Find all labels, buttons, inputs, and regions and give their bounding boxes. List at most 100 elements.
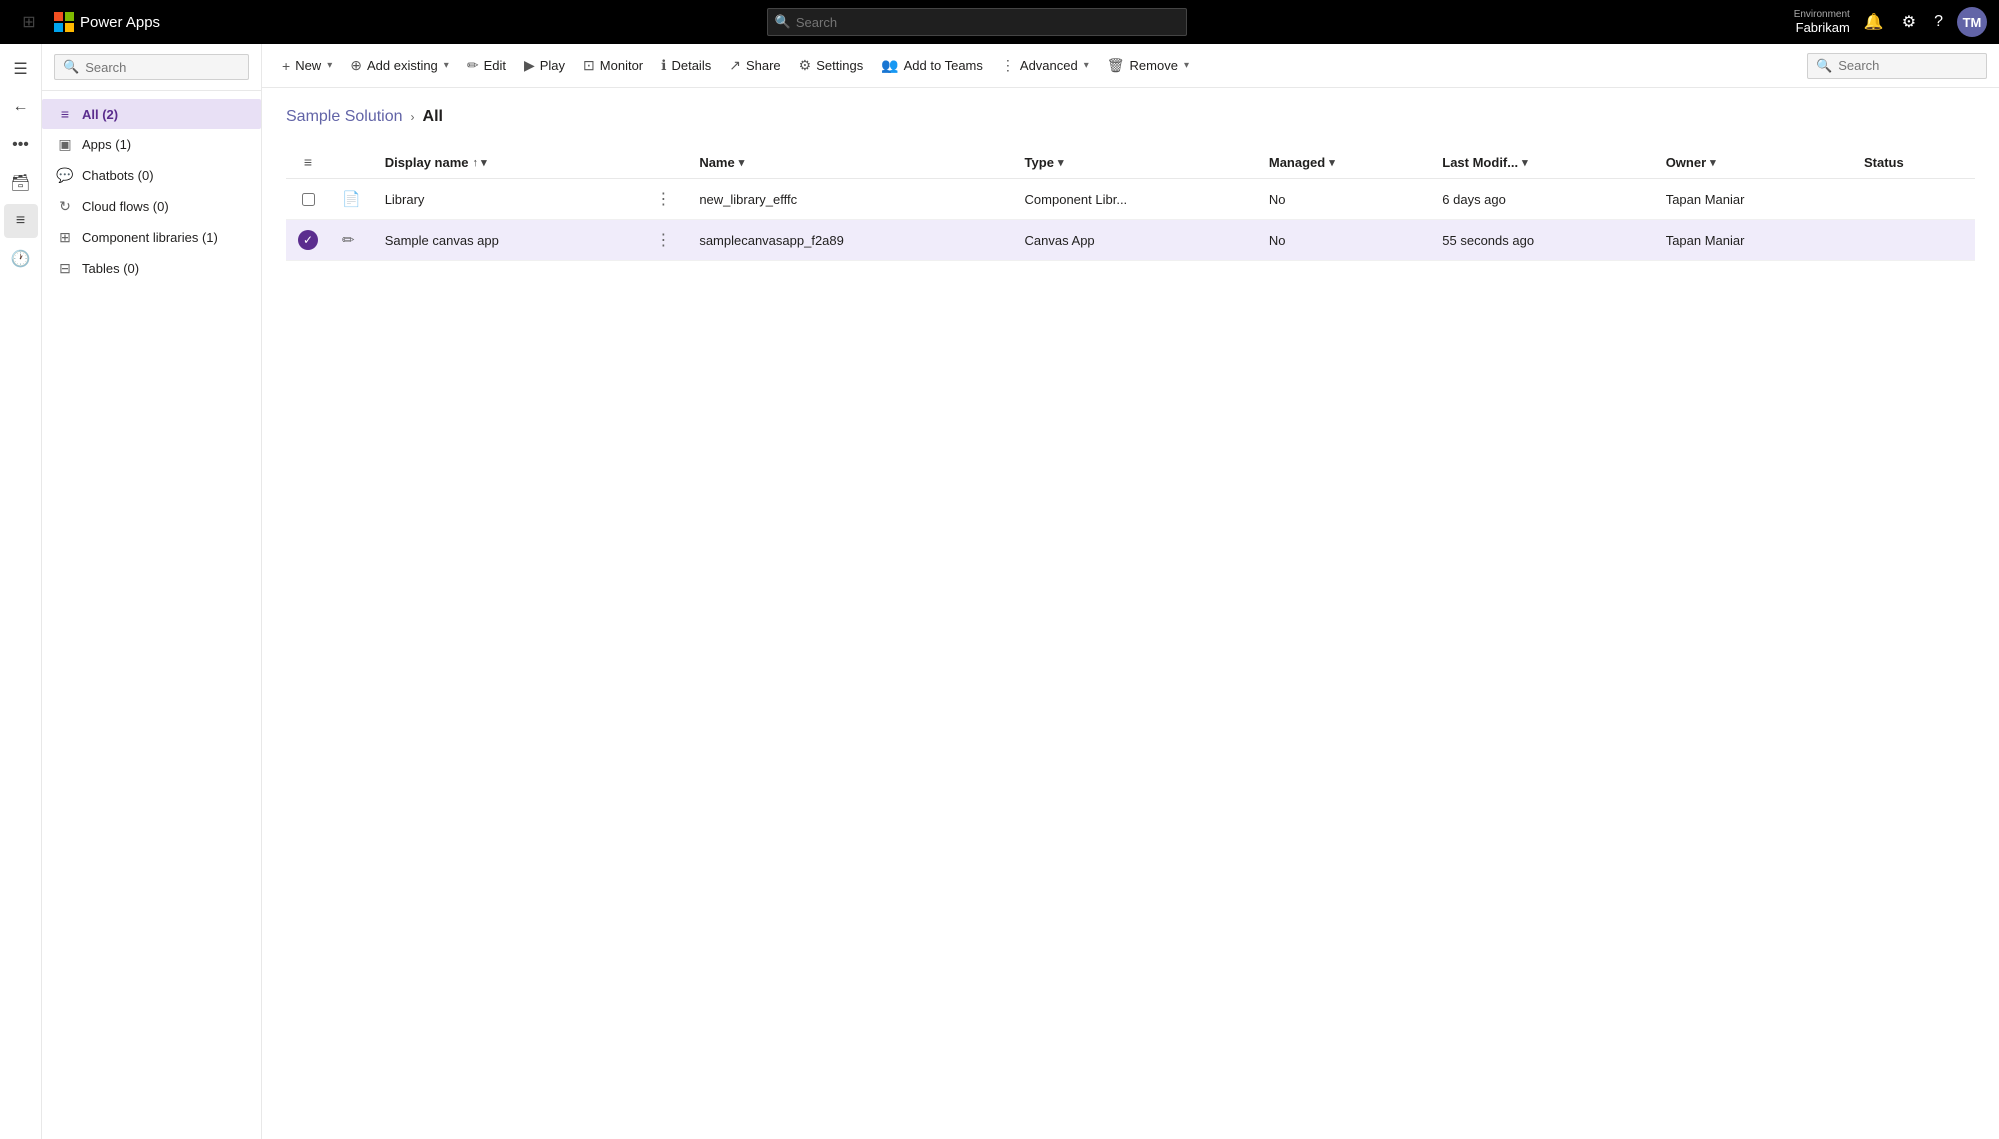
sidebar-search-input[interactable] (85, 60, 240, 75)
last-modified-column-header[interactable]: Last Modif... ▾ (1430, 146, 1653, 179)
display-name-cell: Library (373, 179, 640, 220)
sidebar-collapse-button[interactable]: ☰ (4, 52, 38, 86)
display-name-cell: Sample canvas app (373, 220, 640, 261)
breadcrumb-current: All (423, 108, 443, 126)
settings-icon: ⚙ (799, 57, 812, 74)
row-actions-button[interactable]: ⋮ (651, 228, 675, 252)
sidebar-item-all-label: All (2) (82, 107, 118, 122)
table-body: 📄Library⋮new_library_efffcComponent Libr… (286, 179, 1975, 261)
managed-cell: No (1257, 179, 1430, 220)
last-modified-sort-icon: ▾ (1522, 156, 1528, 169)
home-button[interactable]: ← (4, 90, 38, 124)
managed-cell: No (1257, 220, 1430, 261)
new-button[interactable]: + New ▾ (274, 53, 340, 79)
status-cell (1852, 179, 1975, 220)
microsoft-logo: Power Apps (54, 12, 160, 32)
cloud-flows-icon: ↻ (56, 198, 74, 215)
play-icon: ▶ (524, 57, 535, 74)
type-cell: Canvas App (1013, 220, 1257, 261)
managed-sort-icon: ▾ (1329, 156, 1335, 169)
last-modified-cell: 6 days ago (1430, 179, 1653, 220)
main-content: Sample Solution › All ≡ (262, 88, 1999, 1139)
owner-column-header[interactable]: Owner ▾ (1654, 146, 1852, 179)
settings-nav-button[interactable]: ⚙ (1898, 8, 1920, 36)
chatbots-icon: 💬 (56, 167, 74, 184)
breadcrumb: Sample Solution › All (286, 108, 1975, 126)
sidebar-item-component-libraries-label: Component libraries (1) (82, 230, 218, 245)
monitor-button[interactable]: ⊡ Monitor (575, 52, 651, 79)
add-to-teams-button[interactable]: 👥 Add to Teams (873, 52, 991, 79)
settings-button[interactable]: ⚙ Settings (791, 52, 872, 79)
play-button[interactable]: ▶ Play (516, 52, 573, 79)
sidebar-item-tables-label: Tables (0) (82, 261, 139, 276)
add-existing-button[interactable]: ⊕ Add existing ▾ (342, 52, 457, 79)
table-row[interactable]: 📄Library⋮new_library_efffcComponent Libr… (286, 179, 1975, 220)
row-actions-button[interactable]: ⋮ (651, 187, 675, 211)
main-body: ☰ ← ••• 🗃 ≡ 🕐 🔍 ≡ All (2) ▣ Apps (1) 💬 (0, 44, 1999, 1139)
advanced-chevron-icon: ▾ (1084, 60, 1089, 71)
share-button[interactable]: ↗ Share (721, 52, 788, 79)
top-search-wrap: 🔍 (767, 8, 1187, 36)
sidebar-item-all[interactable]: ≡ All (2) (42, 99, 261, 129)
top-search-area: 🔍 (170, 8, 1784, 36)
advanced-button[interactable]: ⋮ Advanced ▾ (993, 52, 1097, 79)
notifications-button[interactable]: 🔔 (1860, 8, 1888, 36)
sidebar-search-wrap: 🔍 (54, 54, 249, 80)
technical-name-cell: new_library_efffc (687, 179, 1012, 220)
display-name-column-header[interactable]: Display name ↑ ▾ (373, 146, 640, 179)
breadcrumb-separator: › (411, 110, 415, 124)
sidebar-item-tables[interactable]: ⊟ Tables (0) (42, 253, 261, 284)
app-name: Power Apps (80, 14, 160, 31)
group-select-icon: ≡ (298, 154, 318, 170)
remove-chevron-icon: ▾ (1184, 60, 1189, 71)
waffle-menu-button[interactable]: ⊞ (12, 5, 46, 39)
add-existing-icon: ⊕ (350, 57, 362, 74)
status-column-header: Status (1852, 146, 1975, 179)
select-all-column[interactable]: ≡ (286, 146, 330, 179)
recent-button[interactable]: 🕐 (4, 242, 38, 276)
sidebar-item-chatbots[interactable]: 💬 Chatbots (0) (42, 160, 261, 191)
row-checkbox[interactable] (302, 193, 315, 206)
icon-column-header (330, 146, 373, 179)
sidebar-item-cloud-flows[interactable]: ↻ Cloud flows (0) (42, 191, 261, 222)
environment-name: Fabrikam (1796, 20, 1850, 35)
table-row[interactable]: ✓✏Sample canvas app⋮samplecanvasapp_f2a8… (286, 220, 1975, 261)
toolbar-search-input[interactable] (1838, 58, 1978, 73)
toolbar: + New ▾ ⊕ Add existing ▾ ✏ Edit ▶ Play ⊡… (262, 44, 1999, 88)
row-selector-cell[interactable] (286, 179, 330, 220)
sidebar-item-chatbots-label: Chatbots (0) (82, 168, 154, 183)
edit-button[interactable]: ✏ Edit (459, 52, 514, 79)
share-icon: ↗ (729, 57, 741, 74)
top-nav-right: Environment Fabrikam 🔔 ⚙ ? TM (1794, 7, 1987, 37)
remove-icon: 🗑 (1107, 57, 1125, 74)
top-nav-left: ⊞ Power Apps (12, 5, 160, 39)
row-selector-cell[interactable]: ✓ (286, 220, 330, 261)
sidebar-item-component-libraries[interactable]: ⊞ Component libraries (1) (42, 222, 261, 253)
row-actions-cell[interactable]: ⋮ (639, 220, 687, 261)
name-column-header[interactable]: Name ▾ (687, 146, 1012, 179)
breadcrumb-parent[interactable]: Sample Solution (286, 108, 403, 126)
avatar[interactable]: TM (1957, 7, 1987, 37)
managed-column-header[interactable]: Managed ▾ (1257, 146, 1430, 179)
owner-cell: Tapan Maniar (1654, 179, 1852, 220)
top-search-icon: 🔍 (775, 14, 791, 30)
solution-items-button[interactable]: ≡ (4, 204, 38, 238)
details-button[interactable]: ℹ Details (653, 52, 719, 79)
library-icon: 📄 (342, 191, 361, 208)
new-chevron-icon: ▾ (327, 60, 332, 71)
edit-icon: ✏ (467, 57, 479, 74)
row-actions-cell[interactable]: ⋮ (639, 179, 687, 220)
row-icon-cell: 📄 (330, 179, 373, 220)
sidebar-nav: ≡ All (2) ▣ Apps (1) 💬 Chatbots (0) ↻ Cl… (42, 91, 261, 292)
check-circle: ✓ (298, 230, 318, 250)
sidebar-item-apps-label: Apps (1) (82, 137, 131, 152)
environment-info: Environment Fabrikam (1794, 9, 1850, 35)
sidebar-item-apps[interactable]: ▣ Apps (1) (42, 129, 261, 160)
top-search-input[interactable] (767, 8, 1187, 36)
remove-button[interactable]: 🗑 Remove ▾ (1099, 52, 1197, 79)
solutions-button[interactable]: 🗃 (4, 166, 38, 200)
help-button[interactable]: ? (1930, 9, 1947, 35)
status-cell (1852, 220, 1975, 261)
more-button[interactable]: ••• (4, 128, 38, 162)
type-column-header[interactable]: Type ▾ (1013, 146, 1257, 179)
